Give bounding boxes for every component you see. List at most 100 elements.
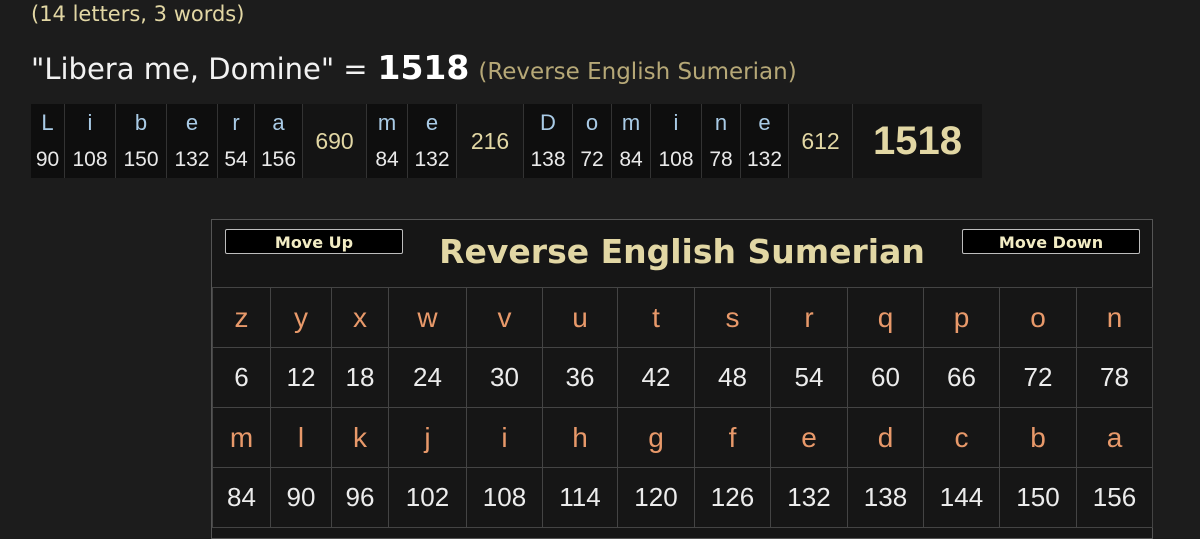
cipher-letter-cell: q [847,287,924,348]
cipher-letter-cell: h [542,407,618,468]
word-sum: 690 [302,104,367,178]
breakdown-total: 1518 [852,104,982,178]
cipher-letter-cell: v [466,287,543,348]
cipher-value-cell: 150 [999,467,1077,528]
cipher-letter-cell: m [212,407,271,468]
breakdown-value: 132 [407,141,457,178]
cipher-letter-cell: k [331,407,389,468]
cipher-letter-cell: a [1076,407,1153,468]
cipher-value-cell: 6 [212,347,271,408]
cipher-letter-cell: b [999,407,1077,468]
cipher-value-cell: 156 [1076,467,1153,528]
breakdown-value: 108 [650,141,702,178]
breakdown-letter: i [64,104,116,141]
breakdown-letter: i [650,104,702,141]
cipher-letter-cell: x [331,287,389,348]
breakdown-value: 132 [166,141,218,178]
cipher-value-cell: 90 [270,467,332,528]
breakdown-value: 54 [217,141,255,178]
letter-count: (14 letters, 3 words) [31,2,245,26]
breakdown-letter: o [572,104,612,141]
cipher-letter-cell: j [388,407,467,468]
cipher-value-cell: 126 [694,467,771,528]
move-down-button[interactable]: Move Down [962,229,1140,254]
cipher-letter-cell: o [999,287,1077,348]
cipher-letter-cell: d [847,407,924,468]
cipher-value-cell: 132 [770,467,848,528]
cipher-value-cell: 138 [847,467,924,528]
cipher-letter-cell: z [212,287,271,348]
cipher-letter-cell: g [617,407,695,468]
cipher-letter-cell: t [617,287,695,348]
breakdown-letter: e [407,104,457,141]
cipher-value-cell: 66 [923,347,1000,408]
breakdown-value: 150 [115,141,167,178]
breakdown-letter: n [701,104,741,141]
cipher-letter-cell: s [694,287,771,348]
equals-sign: = [343,52,368,86]
move-up-button[interactable]: Move Up [225,229,403,254]
breakdown-letter: m [366,104,408,141]
breakdown-value: 72 [572,141,612,178]
cipher-value-row: 6 12 18 24 30 36 42 48 54 60 66 72 78 [212,347,1153,408]
breakdown-letter: D [523,104,573,141]
cipher-value-cell: 60 [847,347,924,408]
breakdown-value: 84 [366,141,408,178]
cipher-value-cell: 36 [542,347,618,408]
cipher-value-cell: 18 [331,347,389,408]
cipher-value-cell: 114 [542,467,618,528]
breakdown-letter-row: L i b e r a 690 m e 216 D o m i n e 612 … [31,104,982,178]
cipher-value-cell: 120 [617,467,695,528]
breakdown-value: 138 [523,141,573,178]
cipher-letter-cell: l [270,407,332,468]
phrase-cipher-name: (Reverse English Sumerian) [478,59,797,85]
cipher-panel: Reverse English Sumerian Move Up Move Do… [211,219,1153,539]
cipher-value-cell: 78 [1076,347,1153,408]
cipher-value-row: 84 90 96 102 108 114 120 126 132 138 144 150 156 [212,467,1153,528]
breakdown-letter: a [254,104,303,141]
breakdown-letter: e [166,104,218,141]
breakdown-letter: m [611,104,651,141]
word-sum: 216 [456,104,524,178]
cipher-letter-cell: f [694,407,771,468]
cipher-value-cell: 102 [388,467,467,528]
cipher-grid: z y x w v u t s r q p o n 6 12 18 24 30 36 42 48 54 60 66 72 78 m l… [212,287,1153,528]
cipher-value-cell: 144 [923,467,1000,528]
cipher-value-cell: 84 [212,467,271,528]
breakdown-value: 156 [254,141,303,178]
cipher-letter-cell: r [770,287,848,348]
breakdown-value: 108 [64,141,116,178]
breakdown-letter: L [31,104,65,141]
cipher-value-cell: 72 [999,347,1077,408]
cipher-letter-cell: i [466,407,543,468]
cipher-value-cell: 42 [617,347,695,408]
cipher-letter-cell: c [923,407,1000,468]
cipher-value-cell: 24 [388,347,467,408]
cipher-value-cell: 54 [770,347,848,408]
breakdown-value: 132 [740,141,789,178]
cipher-value-cell: 12 [270,347,332,408]
phrase-summary: "Libera me, Domine" = 1518 (Reverse Engl… [31,48,797,92]
cipher-letter-row: mlkjihgfedcba [212,407,1153,468]
breakdown-letter: r [217,104,255,141]
cipher-value-cell: 96 [331,467,389,528]
cipher-value-cell: 30 [466,347,543,408]
breakdown-value: 78 [701,141,741,178]
word-breakdown-table: L i b e r a 690 m e 216 D o m i n e 612 … [31,104,982,178]
cipher-letter-cell: e [770,407,848,468]
phrase-total: 1518 [377,48,470,87]
cipher-letter-cell: w [388,287,467,348]
breakdown-value: 84 [611,141,651,178]
cipher-letter-cell: u [542,287,618,348]
phrase-text: "Libera me, Domine" [31,52,335,86]
cipher-letter-row: zyxwvutsrqpon [212,287,1153,348]
breakdown-letter: b [115,104,167,141]
cipher-value-cell: 108 [466,467,543,528]
cipher-letter-cell: n [1076,287,1153,348]
cipher-letter-cell: y [270,287,332,348]
cipher-value-cell: 48 [694,347,771,408]
word-sum: 612 [788,104,853,178]
breakdown-letter: e [740,104,789,141]
cipher-letter-cell: p [923,287,1000,348]
breakdown-value: 90 [31,141,65,178]
